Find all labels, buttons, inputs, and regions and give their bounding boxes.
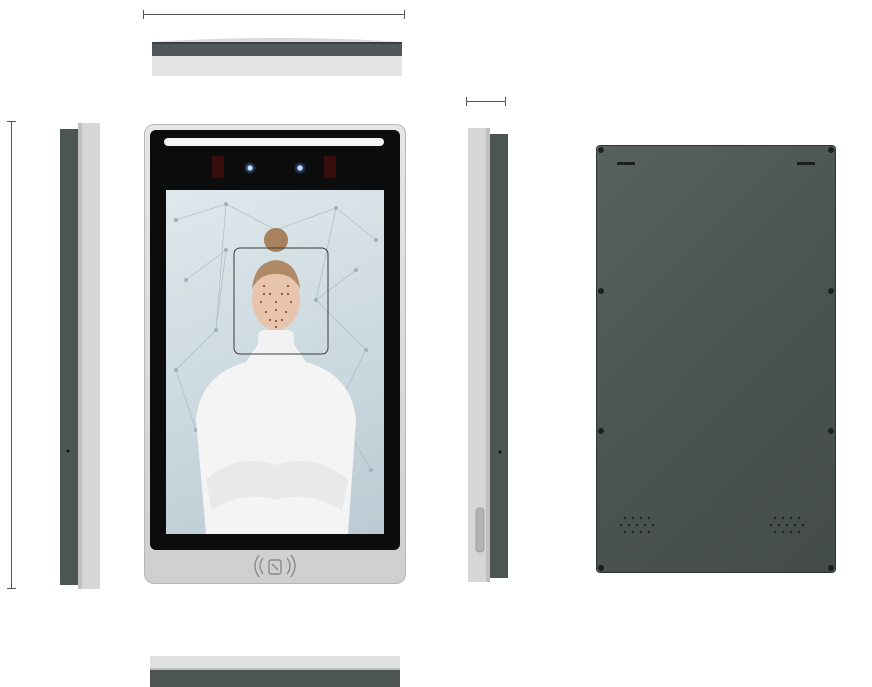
- device-left-side-view: [60, 123, 100, 589]
- depth-dimension-line: [466, 101, 506, 102]
- height-dimension-line: [11, 121, 12, 589]
- speaker-vent-left: [619, 516, 655, 534]
- width-dimension-tick-right: [404, 10, 405, 19]
- camera-right-icon: [294, 162, 306, 174]
- width-dimension-line: [143, 14, 405, 15]
- height-dimension-tick-top: [7, 121, 16, 122]
- depth-dimension-tick-right: [505, 97, 506, 106]
- screw-top-right: [828, 147, 834, 153]
- screw-lower-left: [598, 428, 604, 434]
- depth-dimension-tick-left: [466, 97, 467, 106]
- screw-bottom-right: [828, 565, 834, 571]
- device-top-view: [152, 38, 402, 76]
- device-bottom-view: [150, 656, 400, 687]
- device-right-side-view: [468, 128, 508, 582]
- width-dimension-tick-left: [143, 10, 144, 19]
- mount-slot-right: [797, 162, 815, 165]
- height-dimension-tick-bottom: [7, 588, 16, 589]
- display-screen: [166, 190, 384, 534]
- ir-led-left: [212, 156, 224, 178]
- screw-bottom-left: [598, 565, 604, 571]
- nfc-icon: [254, 554, 296, 578]
- device-back-view: [597, 146, 835, 572]
- screw-top-left: [598, 147, 604, 153]
- camera-left-icon: [244, 162, 256, 174]
- screen-bezel: [150, 130, 400, 550]
- screw-mid-left: [598, 288, 604, 294]
- screw-lower-right: [828, 428, 834, 434]
- ir-led-right: [324, 156, 336, 178]
- fill-light-bar: [164, 138, 384, 146]
- speaker-vent-right: [769, 516, 805, 534]
- screw-mid-right: [828, 288, 834, 294]
- mount-slot-left: [617, 162, 635, 165]
- face-recognition-display: [174, 202, 378, 534]
- device-front-view: [144, 124, 406, 584]
